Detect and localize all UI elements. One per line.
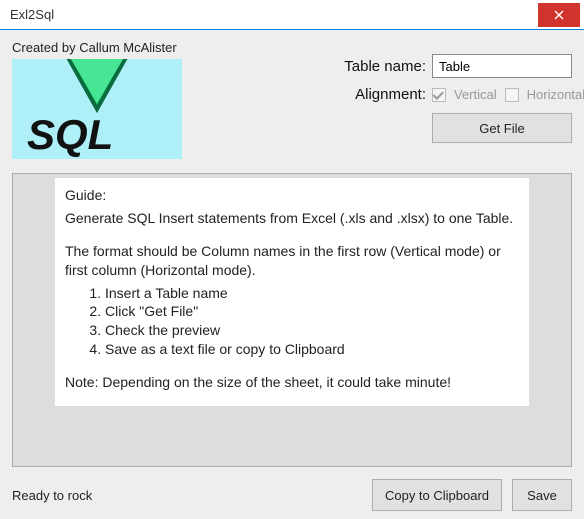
- top-row: Created by Callum McAlister SQL Table na…: [12, 40, 572, 159]
- table-name-label: Table name:: [344, 58, 426, 75]
- save-button[interactable]: Save: [512, 479, 572, 511]
- vertical-checkbox[interactable]: [432, 88, 446, 102]
- author-label: Created by Callum McAlister: [12, 40, 182, 55]
- guide-step: Click "Get File": [105, 302, 519, 321]
- get-file-button[interactable]: Get File: [432, 113, 572, 143]
- guide-panel: Guide: Generate SQL Insert statements fr…: [12, 173, 572, 467]
- guide-steps: Insert a Table name Click "Get File" Che…: [105, 284, 519, 360]
- guide-step: Insert a Table name: [105, 284, 519, 303]
- alignment-row: Alignment: Vertical Horizontal: [192, 86, 572, 103]
- status-label: Ready to rock: [12, 488, 92, 503]
- logo-text: SQL: [27, 111, 113, 159]
- copy-clipboard-button[interactable]: Copy to Clipboard: [372, 479, 502, 511]
- vertical-label: Vertical: [454, 87, 497, 102]
- get-file-row: Get File: [192, 113, 572, 143]
- guide-title: Guide:: [65, 186, 519, 205]
- bottom-bar: Ready to rock Copy to Clipboard Save: [12, 475, 572, 511]
- alignment-label: Alignment:: [355, 86, 426, 103]
- left-column: Created by Callum McAlister SQL: [12, 40, 182, 159]
- guide-step: Check the preview: [105, 321, 519, 340]
- client-area: Created by Callum McAlister SQL Table na…: [0, 30, 584, 519]
- close-button[interactable]: [538, 3, 580, 27]
- close-icon: [554, 10, 564, 20]
- alignment-options: Vertical Horizontal: [432, 87, 572, 102]
- horizontal-label: Horizontal: [527, 87, 584, 102]
- guide-step: Save as a text file or copy to Clipboard: [105, 340, 519, 359]
- guide-format: The format should be Column names in the…: [65, 242, 519, 280]
- guide-note: Note: Depending on the size of the sheet…: [65, 373, 519, 392]
- bottom-buttons: Copy to Clipboard Save: [372, 479, 572, 511]
- right-column: Table name: Alignment: Vertical Horizont…: [192, 40, 572, 143]
- table-name-input[interactable]: [432, 54, 572, 78]
- titlebar: Exl2Sql: [0, 0, 584, 30]
- table-name-row: Table name:: [192, 54, 572, 78]
- horizontal-checkbox[interactable]: [505, 88, 519, 102]
- app-logo: SQL: [12, 59, 182, 159]
- window-title: Exl2Sql: [10, 7, 54, 22]
- guide-intro: Generate SQL Insert statements from Exce…: [65, 209, 519, 228]
- guide-content: Guide: Generate SQL Insert statements fr…: [55, 178, 529, 406]
